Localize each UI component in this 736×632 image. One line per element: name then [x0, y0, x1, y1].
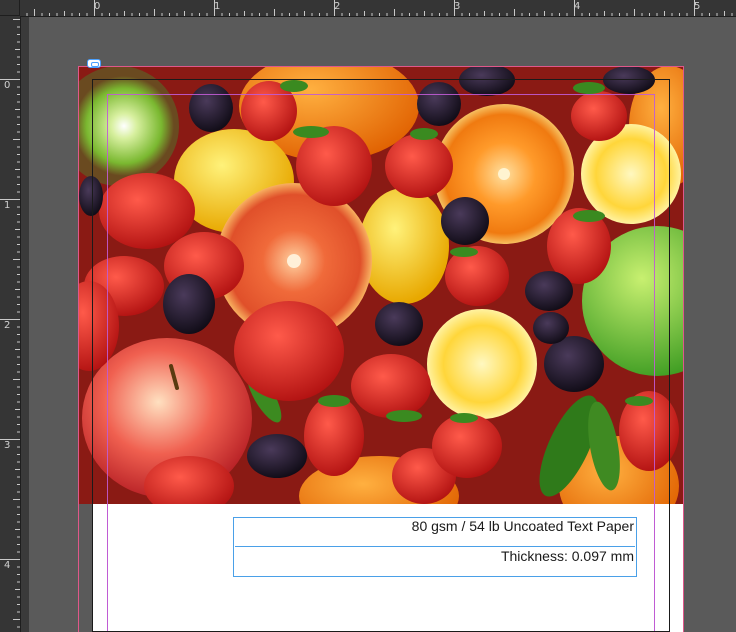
- ruler-label-v2: 2: [4, 320, 11, 331]
- pasteboard-edge: [21, 17, 29, 632]
- ruler-ticks-horizontal: [26, 0, 733, 16]
- ruler-label-v0: 0: [4, 80, 11, 91]
- thickness-text[interactable]: Thickness: 0.097 mm: [235, 548, 635, 577]
- caption-text-frame[interactable]: 80 gsm / 54 lb Uncoated Text Paper Thick…: [233, 517, 637, 577]
- ruler-label-v1: 1: [4, 200, 11, 211]
- frame-link-icon[interactable]: [87, 59, 101, 68]
- vertical-ruler[interactable]: 0 1 2 3 4: [0, 16, 21, 632]
- ruler-label-1: 1: [214, 1, 221, 12]
- margin-guide-right-overlay: [654, 94, 655, 504]
- ruler-label-2: 2: [334, 1, 341, 12]
- ruler-label-5: 5: [694, 1, 701, 12]
- paper-spec-text[interactable]: 80 gsm / 54 lb Uncoated Text Paper: [235, 518, 635, 547]
- ruler-label-v3: 3: [4, 440, 11, 451]
- ruler-corner[interactable]: [0, 0, 20, 16]
- horizontal-ruler[interactable]: 0 1 2 3 4 5: [20, 0, 736, 17]
- ruler-label-3: 3: [454, 1, 461, 12]
- ruler-label-v4: 4: [4, 560, 11, 571]
- ruler-label-0: 0: [94, 1, 101, 12]
- margin-guide-left-overlay: [107, 94, 108, 504]
- ruler-label-4: 4: [574, 1, 581, 12]
- margin-guide-top-overlay: [107, 94, 655, 95]
